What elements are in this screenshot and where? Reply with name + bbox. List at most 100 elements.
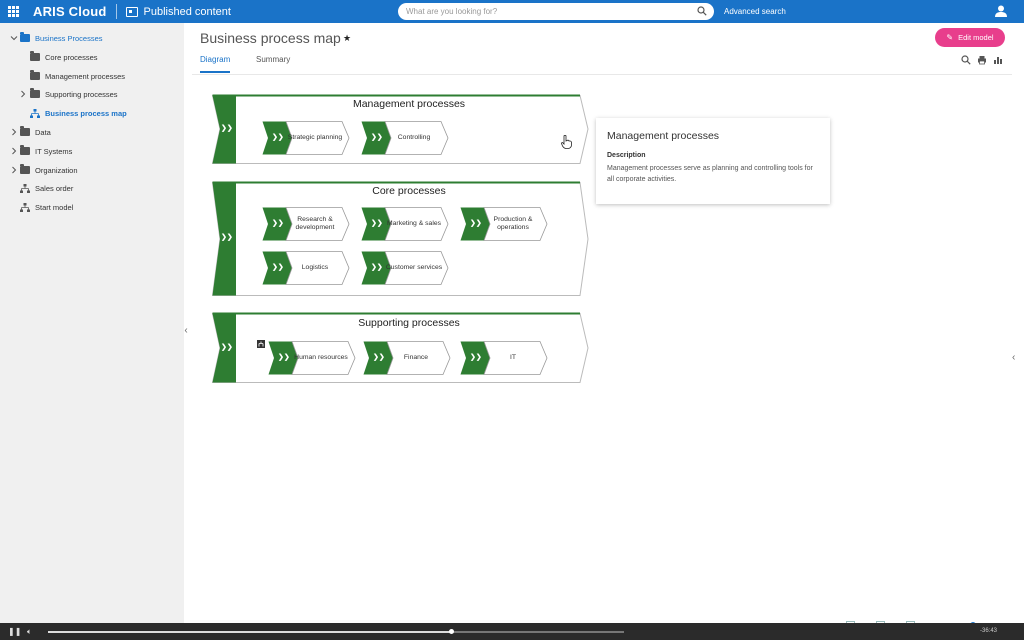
chevron-marks-icon: ❯❯ — [371, 220, 383, 227]
process-label: Human resources — [294, 353, 348, 361]
sidebar-item-management-processes[interactable]: Management processes — [30, 69, 125, 83]
sidebar-item-start-model[interactable]: Start model — [20, 200, 73, 214]
object-tooltip: Management processes Description Managem… — [596, 118, 830, 204]
sidebar-item-business-process-map[interactable]: Business process map — [30, 106, 127, 120]
sidebar-item-data[interactable]: Data — [10, 125, 51, 139]
process-step-customer-services[interactable]: ❯❯ Customer services — [361, 251, 449, 285]
folder-icon — [30, 51, 40, 61]
edit-model-label: Edit model — [958, 33, 994, 42]
video-progress-fill — [48, 631, 452, 633]
process-label: Strategic planning — [287, 133, 343, 141]
video-progress-track[interactable] — [48, 629, 624, 634]
apps-grid-icon[interactable] — [8, 5, 20, 18]
folder-icon — [20, 32, 30, 42]
video-player-bar: ❚❚ 🔈︎ -36:43 — [0, 623, 1024, 640]
chevron-marks-icon: ❯❯ — [371, 134, 383, 141]
process-step-human-resources[interactable]: ❯❯ Human resources — [268, 341, 356, 375]
chevron-marks-icon: ❯❯ — [221, 344, 233, 351]
search-input[interactable] — [398, 7, 688, 16]
page-title: Business process map — [200, 30, 341, 46]
assignment-hierarchy-icon[interactable] — [257, 340, 265, 348]
expand-right-panel-chevron-icon[interactable]: ‹ — [1012, 352, 1022, 363]
edit-model-button[interactable]: ✎ Edit model — [935, 28, 1005, 47]
chevron-marks-icon: ❯❯ — [371, 264, 383, 271]
sidebar-item-it-systems[interactable]: IT Systems — [10, 144, 72, 158]
sidebar-item-label: IT Systems — [35, 146, 73, 156]
process-step-strategic-planning[interactable]: ❯❯ Strategic planning — [262, 121, 350, 155]
tab-diagram[interactable]: Diagram — [200, 55, 231, 73]
sidebar-item-label: Organization — [35, 165, 78, 175]
sidebar-item-label: Business process map — [45, 108, 127, 118]
video-time-remaining: -36:43 — [980, 628, 998, 634]
process-step-controlling[interactable]: ❯❯ Controlling — [361, 121, 449, 155]
folder-icon — [20, 145, 30, 155]
chevron-right-icon[interactable] — [10, 128, 18, 136]
sidebar-tree: Business Processes Core processes Manage… — [0, 23, 184, 623]
zoom-search-icon[interactable] — [961, 55, 971, 65]
model-hierarchy-icon — [20, 202, 30, 212]
chevron-marks-icon: ❯❯ — [470, 354, 482, 361]
process-label: Finance — [403, 353, 429, 361]
volume-icon[interactable]: 🔈︎ — [27, 627, 32, 637]
chevron-marks-icon: ❯❯ — [272, 134, 284, 141]
print-icon[interactable] — [977, 55, 987, 65]
sidebar-item-label: Data — [35, 127, 51, 137]
model-header: Business process map ★ ✎ Edit model Diag… — [184, 23, 1024, 73]
folder-icon — [20, 164, 30, 174]
chevron-down-icon[interactable] — [10, 34, 18, 42]
report-chart-icon[interactable] — [993, 55, 1003, 65]
process-step-research-development[interactable]: ❯❯ Research & development — [262, 207, 350, 241]
process-step-logistics[interactable]: ❯❯ Logistics — [262, 251, 350, 285]
user-icon[interactable] — [994, 4, 1008, 18]
tab-summary[interactable]: Summary — [256, 55, 290, 73]
section-title[interactable]: Published content — [144, 6, 231, 18]
chevron-marks-icon: ❯❯ — [278, 354, 290, 361]
chevron-right-icon[interactable] — [10, 147, 18, 155]
tooltip-title: Management processes — [607, 130, 720, 142]
process-step-marketing-sales[interactable]: ❯❯ Marketing & sales — [361, 207, 449, 241]
process-step-production-operations[interactable]: ❯❯ Production & operations — [460, 207, 548, 241]
collapse-sidebar-chevron-icon[interactable]: ‹ — [180, 325, 192, 337]
chevron-right-icon[interactable] — [19, 90, 27, 98]
pause-icon[interactable]: ❚❚ — [8, 627, 21, 636]
chevron-marks-icon: ❯❯ — [221, 125, 233, 132]
sidebar-item-label: Supporting processes — [45, 89, 118, 99]
app-brand[interactable]: ARIS Cloud — [33, 4, 107, 19]
folder-icon — [30, 70, 40, 80]
sidebar-item-supporting-processes[interactable]: Supporting processes — [19, 87, 118, 101]
sidebar-item-business-processes[interactable]: Business Processes — [10, 31, 103, 45]
search-box — [398, 3, 714, 20]
process-step-finance[interactable]: ❯❯ Finance — [363, 341, 451, 375]
tooltip-description-label: Description — [607, 152, 646, 159]
tooltip-description: Management processes serve as planning a… — [607, 165, 813, 183]
model-hierarchy-icon — [20, 183, 30, 193]
sidebar-item-label: Management processes — [45, 71, 126, 81]
process-label: Research & development — [295, 215, 335, 231]
group-title: Core processes — [372, 185, 446, 197]
chevron-marks-icon: ❯❯ — [221, 234, 233, 241]
folder-icon — [30, 88, 40, 98]
model-hierarchy-icon — [30, 108, 40, 118]
sidebar-item-label: Start model — [35, 202, 74, 212]
top-bar: ARIS Cloud Published content Advanced se… — [0, 0, 1024, 23]
sidebar-item-label: Core processes — [45, 52, 98, 62]
sidebar-item-label: Sales order — [35, 183, 74, 193]
chevron-marks-icon: ❯❯ — [272, 264, 284, 271]
video-progress-handle[interactable] — [449, 629, 455, 634]
sidebar-item-organization[interactable]: Organization — [10, 163, 78, 177]
process-label: Controlling — [397, 133, 431, 141]
process-label: Logistics — [301, 263, 329, 271]
advanced-search-link[interactable]: Advanced search — [724, 7, 786, 16]
process-label: Marketing & sales — [386, 219, 442, 227]
search-icon[interactable] — [697, 6, 707, 16]
process-label: IT — [509, 353, 517, 361]
divider — [115, 4, 117, 19]
published-content-icon — [125, 6, 138, 17]
favorite-star-icon[interactable]: ★ — [343, 33, 351, 44]
sidebar-item-sales-order[interactable]: Sales order — [20, 181, 73, 195]
sidebar-item-core-processes[interactable]: Core processes — [30, 50, 98, 64]
hand-cursor-icon — [561, 135, 572, 149]
chevron-right-icon[interactable] — [10, 166, 18, 174]
process-step-it[interactable]: ❯❯ IT — [460, 341, 548, 375]
folder-icon — [20, 126, 30, 136]
